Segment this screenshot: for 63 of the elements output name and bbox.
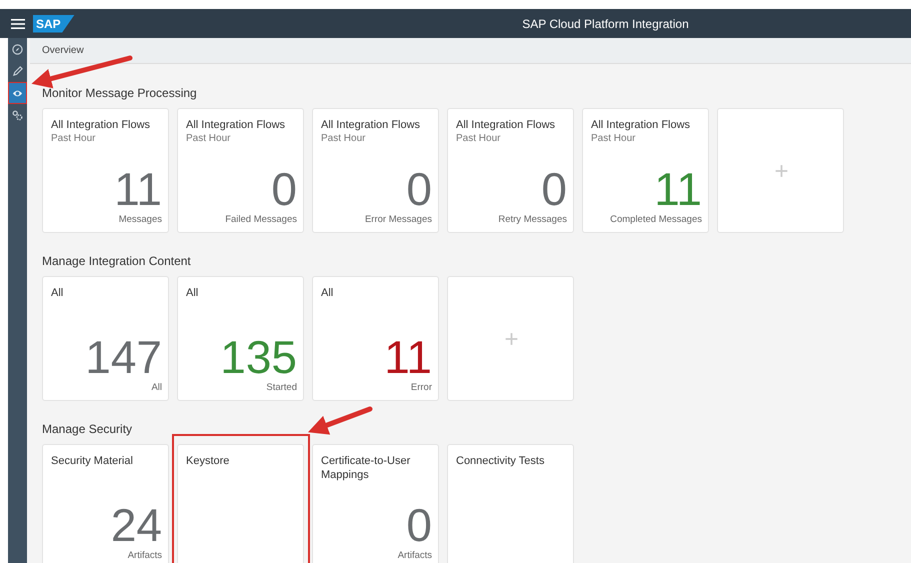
tile-unit: All xyxy=(150,382,162,393)
tile-number: 0 xyxy=(540,167,567,211)
pencil-icon xyxy=(12,66,23,76)
logo[interactable]: SAP xyxy=(33,14,75,32)
tile-subtitle: Past Hour xyxy=(591,133,636,144)
section-title: Manage Integration Content xyxy=(42,254,191,268)
tile-title: Certificate-to-User Mappings xyxy=(321,454,412,482)
annotation-arrow xyxy=(308,406,372,435)
tile-title: All Integration Flows xyxy=(456,118,556,132)
tile-subtitle: Past Hour xyxy=(321,133,366,144)
stat-tile[interactable]: All 135 Started xyxy=(177,276,304,401)
tile-title: All Integration Flows xyxy=(321,118,422,132)
stat-tile[interactable]: All Integration Flows Past Hour 11 Messages xyxy=(42,108,169,233)
tile-title: Security Material xyxy=(51,454,134,468)
tile-number: 11 xyxy=(653,167,702,211)
tile-title: All Integration Flows xyxy=(591,118,692,132)
sidebar-item[interactable] xyxy=(8,82,27,104)
tile-title: Keystore xyxy=(186,454,230,468)
tile-number: 0 xyxy=(405,167,432,211)
tile-unit: Artifacts xyxy=(126,550,162,561)
tile-number: 0 xyxy=(405,503,432,547)
tile-subtitle: Past Hour xyxy=(456,133,502,144)
tile-title: All xyxy=(186,286,200,300)
tile-unit: Started xyxy=(265,382,297,393)
tile-title: All xyxy=(321,286,334,300)
stat-tile[interactable]: Security Material 24 Artifacts xyxy=(42,444,169,563)
tile-title: All Integration Flows xyxy=(51,118,152,132)
tile-number: 24 xyxy=(110,503,162,547)
tile-unit: Artifacts xyxy=(396,550,432,561)
app-title: SAP Cloud Platform Integration xyxy=(521,16,690,30)
tile-number: 135 xyxy=(219,335,297,379)
tile-number: 11 xyxy=(113,167,162,211)
compass-icon xyxy=(12,44,23,54)
tile-unit: Retry Messages xyxy=(497,214,567,225)
stat-tile[interactable]: All Integration Flows Past Hour 0 Retry Messages xyxy=(447,108,574,233)
stat-tile[interactable]: All 147 All xyxy=(42,276,169,401)
stat-tile[interactable]: All Integration Flows Past Hour 0 Error Messages xyxy=(312,108,439,233)
plus-sign: + xyxy=(774,158,788,186)
stat-tile[interactable]: Certificate-to-User Mappings 0 Artifacts xyxy=(312,444,439,563)
section-title: Manage Security xyxy=(42,422,132,436)
tile[interactable]: Keystore xyxy=(177,444,304,563)
tile-unit: Error xyxy=(410,382,432,393)
breadcrumb[interactable]: Overview xyxy=(42,45,84,56)
stat-tile[interactable]: All 11 Error xyxy=(312,276,439,401)
tile-unit: Messages xyxy=(118,214,162,225)
tile-unit: Failed Messages xyxy=(224,214,297,225)
tile-title: All Integration Flows xyxy=(186,118,286,132)
tile-number: 11 xyxy=(383,335,432,379)
menu-icon[interactable] xyxy=(11,18,25,30)
plus-sign: + xyxy=(504,326,518,354)
tile-unit: Error Messages xyxy=(364,214,432,225)
tile-number: 147 xyxy=(84,335,162,379)
gears-icon xyxy=(12,110,23,120)
section-title: Monitor Message Processing xyxy=(42,86,197,100)
tile-subtitle: Past Hour xyxy=(51,133,96,144)
stat-tile[interactable]: All Integration Flows Past Hour 11 Completed Messages xyxy=(582,108,709,233)
tile[interactable]: Connectivity Tests xyxy=(447,444,574,563)
tile-number: 0 xyxy=(270,167,297,211)
tile-title: All xyxy=(51,286,64,300)
tile-unit: Completed Messages xyxy=(609,214,702,225)
tile-title: Connectivity Tests xyxy=(456,454,546,468)
tile-subtitle: Past Hour xyxy=(186,133,232,144)
stat-tile[interactable]: All Integration Flows Past Hour 0 Failed Messages xyxy=(177,108,304,233)
